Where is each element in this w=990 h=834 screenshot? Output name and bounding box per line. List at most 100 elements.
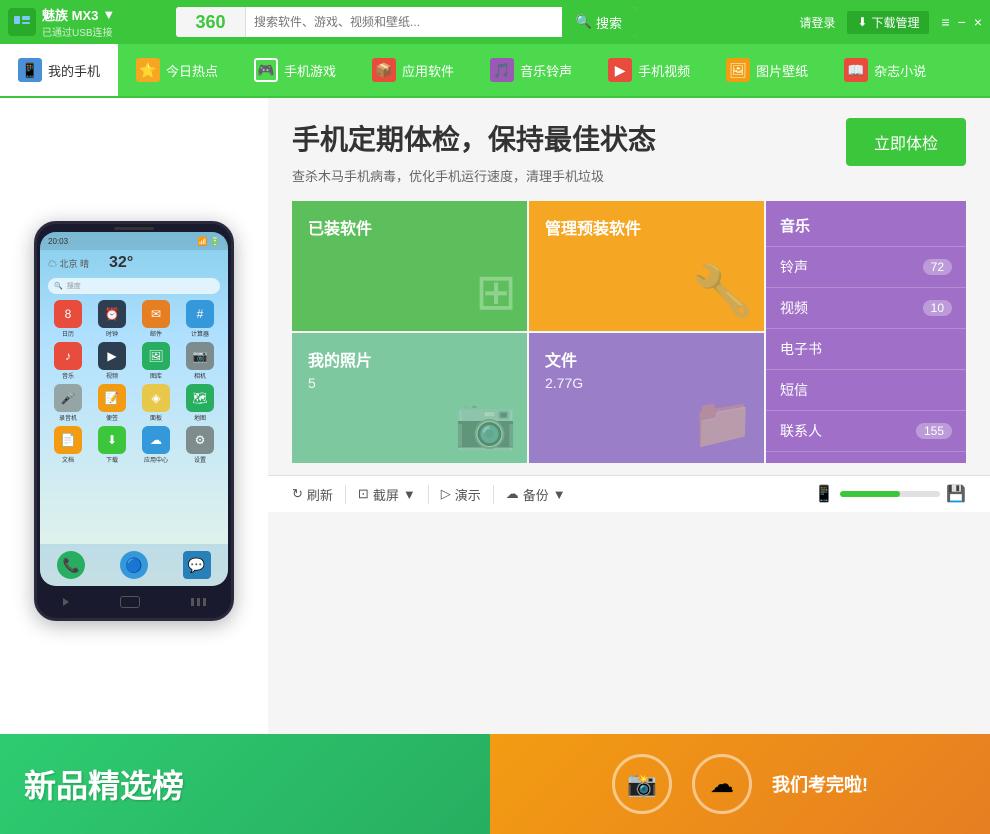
hero-text: 手机定期体检，保持最佳状态 查杀木马手机病毒，优化手机运行速度，清理手机垃圾: [292, 118, 656, 185]
phone-status-bar: 20:03 📶 🔋: [40, 232, 228, 250]
search-btn-label: 搜索: [596, 13, 622, 32]
nav-label-phone-games: 手机游戏: [284, 61, 336, 80]
phone-app-video: ▶ 视频: [92, 342, 132, 380]
download-icon: ⬇: [857, 15, 867, 29]
nav-icon-game: 🎮: [254, 58, 278, 82]
hero-section: 手机定期体检，保持最佳状态 查杀木马手机病毒，优化手机运行速度，清理手机垃圾 立…: [292, 118, 966, 185]
bottom-toolbar: ↻ 刷新 ⊡ 截屏 ▼ ▷ 演示 ☁ 备份 ▼ 📱: [268, 475, 990, 512]
tile-files-icon: 📁: [692, 394, 754, 453]
screenshot-button[interactable]: ⊡ 截屏 ▼: [346, 485, 429, 504]
tile-files[interactable]: 文件 2.77G 📁: [529, 333, 764, 463]
video-label: 视频: [780, 298, 808, 318]
nav-item-photo[interactable]: 🖼 图片壁纸: [708, 44, 826, 96]
refresh-label: 刷新: [307, 485, 333, 504]
music-label: 音乐: [780, 215, 810, 236]
tile-photos[interactable]: 我的照片 5 📷: [292, 333, 527, 463]
backup-dropdown[interactable]: ▼: [553, 487, 566, 502]
screenshot-dropdown[interactable]: ▼: [403, 487, 416, 502]
tile-installed-icon: ⊞: [475, 263, 517, 321]
right-col-sms[interactable]: 短信: [766, 370, 966, 411]
phone-apps: 8 日历 ⏰ 时钟 ✉ 邮件 # 计算器: [40, 296, 228, 468]
nav-item-phone-games[interactable]: 🎮 手机游戏: [236, 44, 354, 96]
nav-item-magazine[interactable]: 📖 杂志小说: [826, 44, 944, 96]
nav-icon-app: 📦: [372, 58, 396, 82]
refresh-button[interactable]: ↻ 刷新: [292, 485, 346, 504]
screenshot-icon: ⊡: [358, 486, 369, 502]
right-col-music[interactable]: 音乐: [766, 201, 966, 247]
phone-status-icons: 📶 🔋: [198, 237, 220, 246]
phone-area: 20:03 📶 🔋 ☁ 北京 晴 32° 🔍 搜度 8 日历: [0, 98, 268, 734]
phone-nav-bar: [37, 586, 231, 618]
backup-label: 备份: [523, 485, 549, 504]
nav-label-music: 音乐铃声: [520, 61, 572, 80]
phone-speaker: [114, 227, 154, 230]
nav-item-video[interactable]: ▶ 手机视频: [590, 44, 708, 96]
tile-preinstalled[interactable]: 管理预装软件 🔧: [529, 201, 764, 331]
phone-search-icon: 🔍: [54, 282, 63, 290]
phone-app-store: ☁ 应用中心: [136, 426, 176, 464]
banner-promo-text: 我们考完啦!: [772, 771, 868, 797]
banner-right-content: 📸 ☁ 我们考完啦!: [612, 754, 868, 814]
phone-mock: 20:03 📶 🔋 ☁ 北京 晴 32° 🔍 搜度 8 日历: [34, 221, 234, 621]
phone-app-panel: ◈ 面板: [136, 384, 176, 422]
tile-installed[interactable]: 已装软件 ⊞: [292, 201, 527, 331]
phone-app-calendar: 8 日历: [48, 300, 88, 338]
dock-messages: 💬: [183, 551, 211, 579]
right-col-contacts[interactable]: 联系人 155: [766, 411, 966, 452]
main-content: 20:03 📶 🔋 ☁ 北京 晴 32° 🔍 搜度 8 日历: [0, 98, 990, 734]
nav-item-hot-today[interactable]: ⭐ 今日热点: [118, 44, 236, 96]
menu-icon[interactable]: ≡: [941, 14, 949, 30]
nav-item-apps[interactable]: 📦 应用软件: [354, 44, 472, 96]
tile-preinstalled-title: 管理预装软件: [545, 215, 748, 239]
nav-icon-video: ▶: [608, 58, 632, 82]
right-col-ringtone[interactable]: 铃声 72: [766, 247, 966, 288]
search-input-wrap: [246, 15, 562, 29]
download-manager-btn[interactable]: ⬇ 下载管理: [847, 11, 929, 34]
banner-icon2: ☁: [692, 754, 752, 814]
nav-icon-music: 🎵: [490, 58, 514, 82]
search-button[interactable]: 🔍 搜索: [562, 7, 636, 37]
progress-fill: [840, 491, 900, 497]
tile-photos-icon: 📷: [455, 394, 517, 453]
play-button[interactable]: ▷ 演示: [429, 485, 494, 504]
download-label: 下载管理: [871, 14, 919, 31]
backup-button[interactable]: ☁ 备份 ▼: [494, 485, 578, 504]
brand-icon: [8, 8, 36, 36]
check-button[interactable]: 立即体检: [846, 118, 966, 166]
nav-item-music[interactable]: 🎵 音乐铃声: [472, 44, 590, 96]
close-icon[interactable]: ×: [974, 14, 982, 30]
right-col-video[interactable]: 视频 10: [766, 288, 966, 329]
top-right: 请登录 ⬇ 下载管理 ≡ − ×: [799, 11, 982, 34]
search-input[interactable]: [254, 15, 554, 29]
phone-app-download: ⬇ 下载: [92, 426, 132, 464]
nav-icon-photo: 🖼: [726, 58, 750, 82]
nav-label-photo: 图片壁纸: [756, 61, 808, 80]
right-col-ebook[interactable]: 电子书: [766, 329, 966, 370]
refresh-icon: ↻: [292, 486, 303, 502]
nav-item-my-phone[interactable]: 📱 我的手机: [0, 44, 118, 96]
banner-left-text: 新品精选榜: [24, 761, 184, 807]
nav-icon-magazine: 📖: [844, 58, 868, 82]
phone-app-settings: ⚙ 设置: [180, 426, 220, 464]
progress-phone-icon: 📱: [814, 484, 834, 504]
phone-app-calc: # 计算器: [180, 300, 220, 338]
search-icon: 🔍: [576, 14, 592, 30]
screenshot-label: 截屏: [373, 485, 399, 504]
right-col: 音乐 铃声 72 视频 10 电子书 短信 联系人 155: [766, 201, 966, 463]
tile-installed-title: 已装软件: [308, 215, 511, 239]
phone-back-btn: [63, 598, 69, 606]
search-logo: 360: [176, 7, 246, 37]
progress-storage-icon: 💾: [946, 484, 966, 504]
dock-phone: 📞: [57, 551, 85, 579]
nav-label-magazine: 杂志小说: [874, 61, 926, 80]
tile-photos-title: 我的照片: [308, 347, 511, 371]
phone-search-bar: 🔍 搜度: [48, 278, 220, 294]
nav-icon-star: ⭐: [136, 58, 160, 82]
login-link[interactable]: 请登录: [799, 14, 835, 31]
minimize-icon[interactable]: −: [958, 14, 966, 30]
phone-app-camera: 📷 相机: [180, 342, 220, 380]
backup-icon: ☁: [506, 486, 519, 502]
search-section: 360 🔍 搜索: [176, 7, 636, 37]
top-bar: 魅族 MX3 ▼ 已通过USB连接 360 🔍 搜索 请登录 ⬇ 下载管理 ≡ …: [0, 0, 990, 44]
nav-label-my-phone: 我的手机: [48, 61, 100, 80]
